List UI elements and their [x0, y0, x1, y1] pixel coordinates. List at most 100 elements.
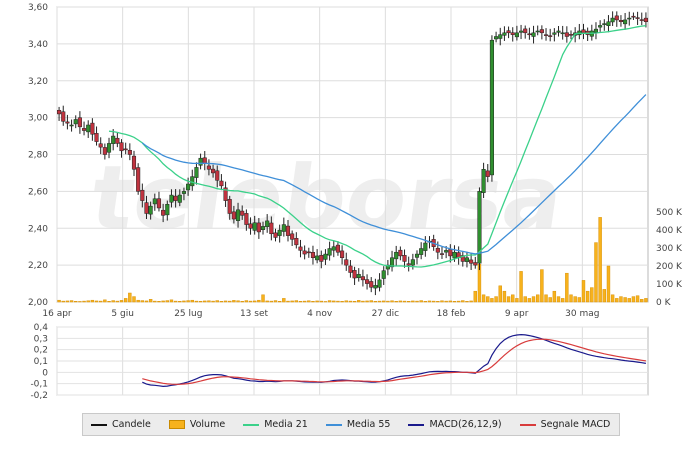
volume-bar [132, 296, 136, 303]
volume-bar [140, 300, 145, 303]
volume-bar [402, 300, 407, 303]
candle-body [65, 121, 70, 124]
candle-body [535, 30, 540, 33]
volume-bar [315, 300, 319, 303]
candle-body [556, 30, 561, 33]
candle-body [69, 124, 74, 127]
candle-body [419, 248, 424, 255]
legend-swatch [168, 420, 185, 429]
volume-bar [565, 272, 569, 303]
candle-body [244, 213, 249, 225]
candle-body [485, 170, 490, 177]
volume-bar [215, 300, 219, 303]
legend-swatch [91, 423, 107, 426]
volume-bar [119, 300, 124, 303]
volume-bar [186, 300, 190, 303]
legend-item-macd[interactable]: MACD(26,12,9) [408, 419, 502, 430]
candle-body [219, 180, 224, 187]
volume-bar [436, 301, 440, 303]
candle-body [119, 142, 124, 152]
price-tick-label: 2,00 [28, 298, 48, 308]
candle-body [377, 279, 382, 288]
candle-body [240, 210, 245, 216]
candle-body [489, 39, 494, 176]
candle-body [148, 205, 153, 215]
candle-body [439, 253, 445, 255]
candle-body [265, 220, 270, 228]
volume-bar [494, 296, 498, 303]
candle-body [152, 198, 157, 205]
legend-item-media-21[interactable]: Media 21 [243, 419, 308, 430]
legend-label: Volume [189, 419, 226, 430]
volume-bar [382, 300, 386, 303]
candle-body [414, 253, 420, 258]
volume-bar [257, 299, 261, 303]
volume-bar [265, 300, 269, 303]
volume-bar [390, 300, 394, 303]
legend-item-candele[interactable]: Candele [91, 419, 151, 430]
candle-body [394, 251, 399, 260]
candle-body [277, 229, 282, 236]
candle-body [310, 252, 316, 259]
volume-bar [228, 300, 232, 303]
macd-tick-label: 0,3 [34, 334, 48, 344]
volume-bar [248, 300, 253, 303]
candle-body [298, 246, 303, 251]
volume-bar [144, 300, 149, 303]
macd-tick-label: -0,2 [30, 391, 48, 401]
volume-bar [498, 285, 502, 303]
volume-bar [365, 300, 369, 303]
candle-body [369, 281, 374, 288]
volume-bar [157, 301, 161, 303]
price-tick-label: 3,20 [28, 77, 48, 87]
volume-bar [86, 300, 90, 303]
date-tick-label: 30 mag [565, 309, 599, 319]
volume-bar [319, 300, 323, 303]
volume-bar [352, 301, 357, 303]
volume-bar [98, 300, 103, 303]
legend: Candele Volume Media 21 Media 55 MACD(26… [82, 413, 620, 436]
legend-item-volume[interactable]: Volume [168, 419, 226, 430]
candle-body [90, 122, 95, 135]
volume-bar [190, 299, 194, 303]
candle-body [402, 255, 407, 262]
candle-body [344, 259, 349, 266]
legend-item-segnale-macd[interactable]: Segnale MACD [519, 419, 610, 430]
volume-bar [327, 300, 332, 303]
volume-bar [361, 300, 365, 303]
candle-body [568, 34, 574, 36]
price-tick-label: 2,80 [28, 151, 48, 161]
candle-body [593, 28, 599, 33]
candle-body [177, 194, 182, 203]
volume-bar [527, 298, 532, 303]
candle-body [181, 191, 186, 194]
date-tick-label: 25 lug [174, 309, 202, 319]
date-tick-label: 13 set [240, 309, 269, 319]
volume-bar [440, 300, 444, 303]
volume-bar [640, 299, 644, 303]
legend-item-media-55[interactable]: Media 55 [325, 419, 390, 430]
candle-body [410, 259, 415, 266]
candle-body [206, 165, 211, 170]
volume-bar [311, 301, 315, 303]
volume-tick-label: 200 K [656, 262, 683, 272]
candle-body [127, 150, 132, 155]
candle-body [598, 25, 603, 28]
candle-body [531, 32, 536, 37]
volume-bar [415, 300, 419, 303]
volume-bar [111, 300, 115, 303]
candle-body [631, 15, 636, 18]
candle-body [169, 194, 174, 203]
volume-bar [302, 300, 307, 303]
candle-body [639, 19, 644, 21]
volume-bar [536, 294, 540, 303]
candle-body [77, 117, 82, 128]
volume-bar [465, 301, 469, 303]
date-tick-label: 9 apr [505, 309, 529, 319]
volume-bar [419, 300, 423, 303]
candle-body [635, 17, 640, 19]
volume-bar [136, 299, 140, 303]
volume-bar [207, 300, 211, 303]
volume-bar [323, 301, 328, 303]
candle-body [502, 32, 507, 36]
